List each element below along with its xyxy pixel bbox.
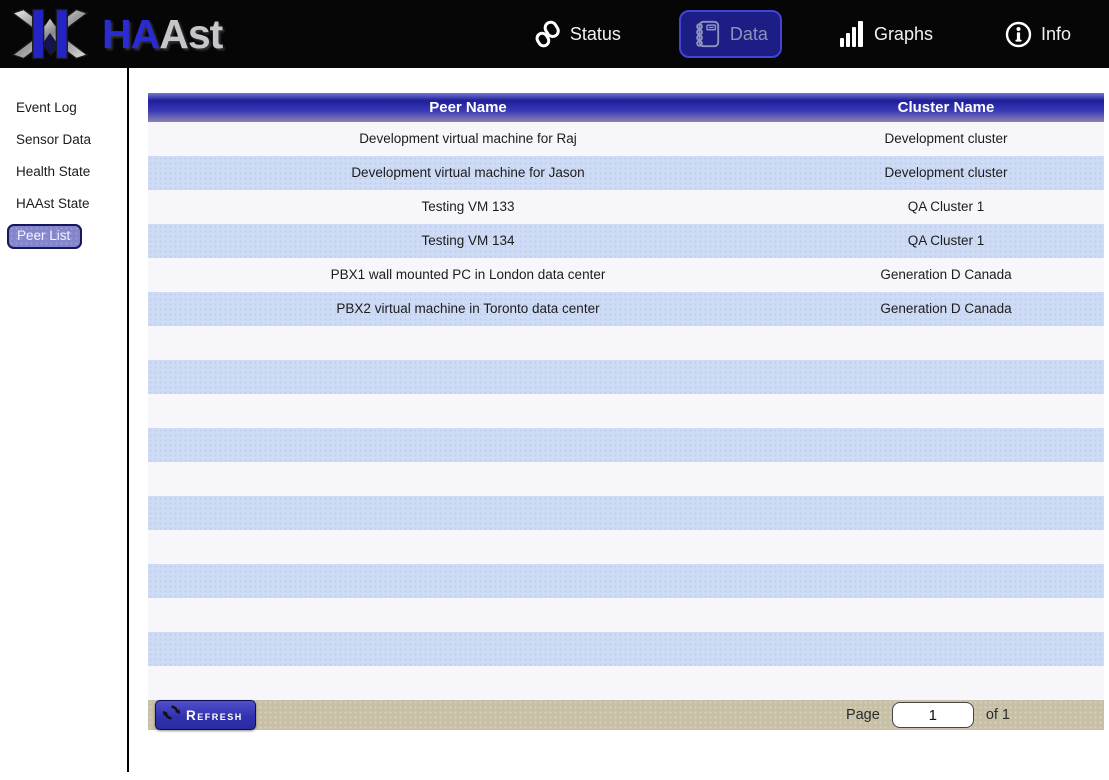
sidebar-item-label: HAAst State bbox=[16, 196, 90, 211]
column-header-cluster-name: Cluster Name bbox=[788, 93, 1104, 122]
nav-tab-label: Status bbox=[570, 24, 621, 45]
link-icon bbox=[535, 19, 561, 49]
peer-name-cell: Testing VM 134 bbox=[148, 224, 788, 258]
empty-table-row bbox=[148, 632, 1104, 666]
table-row[interactable]: PBX1 wall mounted PC in London data cent… bbox=[148, 258, 1104, 292]
sidebar-item-haast-state[interactable]: HAAst State bbox=[0, 189, 127, 221]
cluster-name-cell: Development cluster bbox=[788, 156, 1104, 190]
empty-table-row bbox=[148, 326, 1104, 360]
refresh-button[interactable]: Refresh bbox=[155, 700, 256, 730]
peer-name-cell: Testing VM 133 bbox=[148, 190, 788, 224]
nav-tab-info[interactable]: Info bbox=[991, 12, 1085, 57]
peer-name-cell: Development virtual machine for Raj bbox=[148, 122, 788, 156]
peer-name-cell: PBX2 virtual machine in Toronto data cen… bbox=[148, 292, 788, 326]
sidebar-item-event-log[interactable]: Event Log bbox=[0, 93, 127, 125]
empty-table-row bbox=[148, 564, 1104, 598]
page-label: Page bbox=[846, 707, 880, 723]
page-total-label: of 1 bbox=[986, 707, 1010, 723]
cluster-name-cell: Generation D Canada bbox=[788, 292, 1104, 326]
page-number-input[interactable] bbox=[892, 702, 974, 728]
nav-tab-graphs[interactable]: Graphs bbox=[826, 12, 947, 56]
nav-tab-label: Data bbox=[730, 24, 768, 45]
empty-table-row bbox=[148, 530, 1104, 564]
table-row[interactable]: PBX2 virtual machine in Toronto data cen… bbox=[148, 292, 1104, 326]
refresh-button-label: Refresh bbox=[186, 708, 243, 723]
empty-table-row bbox=[148, 666, 1104, 700]
peer-name-cell: Development virtual machine for Jason bbox=[148, 156, 788, 190]
sidebar-divider bbox=[127, 68, 129, 772]
sidebar-item-label: Health State bbox=[16, 164, 90, 179]
table-row[interactable]: Development virtual machine for Raj Deve… bbox=[148, 122, 1104, 156]
app-title-blue: HA bbox=[102, 11, 159, 57]
empty-table-row bbox=[148, 360, 1104, 394]
sidebar-item-peer-list[interactable]: Peer List bbox=[0, 221, 127, 253]
sidebar: Event Log Sensor Data Health State HAAst… bbox=[0, 68, 127, 253]
top-navigation: Status Data bbox=[521, 0, 1109, 68]
sidebar-item-label: Sensor Data bbox=[16, 132, 91, 147]
table-row[interactable]: Testing VM 134 QA Cluster 1 bbox=[148, 224, 1104, 258]
pagination-controls: Page of 1 bbox=[846, 702, 1010, 728]
table-header-row: Peer Name Cluster Name bbox=[148, 93, 1104, 122]
table-footer-bar: Refresh Page of 1 bbox=[148, 700, 1104, 730]
sidebar-item-health-state[interactable]: Health State bbox=[0, 157, 127, 189]
empty-table-row bbox=[148, 462, 1104, 496]
table-row[interactable]: Development virtual machine for Jason De… bbox=[148, 156, 1104, 190]
empty-table-row bbox=[148, 496, 1104, 530]
sidebar-item-label: Peer List bbox=[7, 224, 82, 249]
cluster-name-cell: QA Cluster 1 bbox=[788, 224, 1104, 258]
refresh-icon bbox=[163, 704, 180, 726]
bar-chart-icon bbox=[840, 21, 865, 47]
nav-tab-status[interactable]: Status bbox=[521, 10, 635, 58]
table-row[interactable]: Testing VM 133 QA Cluster 1 bbox=[148, 190, 1104, 224]
column-header-peer-name: Peer Name bbox=[148, 93, 788, 122]
nav-tab-data[interactable]: Data bbox=[679, 10, 782, 58]
info-icon bbox=[1005, 21, 1032, 48]
empty-table-row bbox=[148, 428, 1104, 462]
notebook-icon bbox=[693, 19, 721, 49]
cluster-name-cell: Development cluster bbox=[788, 122, 1104, 156]
cluster-name-cell: Generation D Canada bbox=[788, 258, 1104, 292]
empty-table-row bbox=[148, 394, 1104, 428]
top-header-bar: HAAst Status Data bbox=[0, 0, 1109, 68]
app-title-silver: Ast bbox=[159, 11, 222, 57]
nav-tab-label: Info bbox=[1041, 24, 1071, 45]
empty-table-row bbox=[148, 598, 1104, 632]
peer-name-cell: PBX1 wall mounted PC in London data cent… bbox=[148, 258, 788, 292]
haast-logo-icon bbox=[8, 4, 92, 64]
sidebar-item-label: Event Log bbox=[16, 100, 77, 115]
sidebar-item-sensor-data[interactable]: Sensor Data bbox=[0, 125, 127, 157]
nav-tab-label: Graphs bbox=[874, 24, 933, 45]
peer-table: Peer Name Cluster Name Development virtu… bbox=[148, 93, 1104, 730]
cluster-name-cell: QA Cluster 1 bbox=[788, 190, 1104, 224]
app-title: HAAst bbox=[102, 11, 222, 58]
